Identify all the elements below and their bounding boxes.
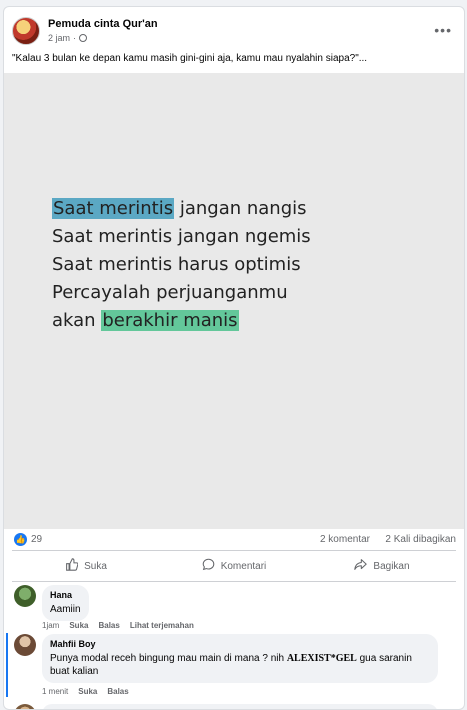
comment-text-part: Punya modal receh bingung mau main di ma… [50, 653, 287, 664]
comment-button[interactable]: Komentari [160, 552, 308, 580]
divider [12, 550, 456, 551]
avatar[interactable] [14, 704, 36, 709]
comment-text: Punya modal receh bingung mau main di ma… [50, 652, 430, 678]
comment-bubble [42, 704, 438, 709]
meta-separator: · [73, 33, 77, 43]
comment-text-bold: ALEXIST*GEL [286, 653, 357, 664]
comment-label: Komentari [220, 560, 267, 572]
post-image[interactable]: Saat merintis jangan nangis Saat merinti… [4, 73, 464, 529]
page-name[interactable]: Pemuda cinta Qur'an [48, 18, 158, 30]
thread-indicator [6, 633, 8, 697]
quote-text: Saat merintis jangan nangis Saat merinti… [52, 195, 311, 335]
post-caption[interactable]: "Kalau 3 bulan ke depan kamu masih gini-… [12, 53, 456, 64]
quote-line-5: akan berakhir manis [52, 307, 311, 335]
post-meta: 2 jam · [48, 33, 88, 43]
thumbs-up-badge-icon: 👍 [14, 533, 27, 546]
share-count[interactable]: 2 Kali dibagikan [385, 534, 456, 545]
share-label: Bagikan [373, 560, 410, 572]
page-avatar[interactable] [12, 17, 40, 45]
quote-line-2: Saat merintis jangan ngemis [52, 226, 311, 247]
comment-time[interactable]: 1 menit [42, 687, 68, 696]
avatar[interactable] [14, 634, 36, 656]
comment-item: Hana Aamiin [12, 585, 456, 625]
post-time[interactable]: 2 jam [48, 33, 70, 43]
post-header: Pemuda cinta Qur'an 2 jam · ••• [12, 17, 456, 47]
share-arrow-icon [354, 558, 368, 574]
comment-bubble: Hana Aamiin [42, 585, 89, 621]
comment-actions: 1jam Suka Balas Lihat terjemahan [42, 621, 194, 630]
post-stats: 👍 29 2 komentar 2 Kali dibagikan [14, 529, 456, 549]
like-label: Suka [84, 560, 107, 572]
comment-author[interactable]: Mahfii Boy [50, 639, 430, 649]
quote-line-3: Saat merintis harus optimis [52, 254, 301, 275]
comment-reply-link[interactable]: Balas [107, 687, 128, 696]
comment-item [12, 704, 456, 709]
quote-line-1: Saat merintis jangan nangis [52, 195, 311, 223]
comment-translate-link[interactable]: Lihat terjemahan [130, 621, 194, 630]
more-options-icon[interactable]: ••• [434, 23, 452, 37]
like-count[interactable]: 29 [31, 534, 42, 545]
quote-highlight-green: berakhir manis [101, 310, 239, 331]
comment-like-link[interactable]: Suka [69, 621, 88, 630]
quote-highlight-blue: Saat merintis [52, 198, 175, 219]
comment-count[interactable]: 2 komentar [320, 534, 370, 545]
action-bar: Suka Komentari Bagikan [12, 552, 456, 580]
comment-author[interactable]: Hana [50, 590, 81, 600]
avatar[interactable] [14, 585, 36, 607]
like-button[interactable]: Suka [12, 552, 160, 580]
quote-line-5-start: akan [52, 310, 102, 331]
post-card: Pemuda cinta Qur'an 2 jam · ••• "Kalau 3… [3, 6, 465, 710]
speech-bubble-icon [202, 558, 215, 574]
globe-icon [79, 34, 88, 42]
comment-like-link[interactable]: Suka [78, 687, 97, 696]
comment-item: Mahfii Boy Punya modal receh bingung mau… [12, 634, 456, 686]
comment-reply-link[interactable]: Balas [98, 621, 119, 630]
quote-line-4: Percayalah perjuanganmu [52, 282, 288, 303]
comment-bubble: Mahfii Boy Punya modal receh bingung mau… [42, 634, 438, 683]
quote-line-1-rest: jangan nangis [174, 198, 307, 219]
comment-time[interactable]: 1jam [42, 621, 59, 630]
thumbs-up-icon [65, 558, 79, 574]
comment-text: Aamiin [50, 604, 81, 615]
divider [12, 581, 456, 582]
share-button[interactable]: Bagikan [308, 552, 456, 580]
comment-actions: 1 menit Suka Balas [42, 687, 129, 696]
